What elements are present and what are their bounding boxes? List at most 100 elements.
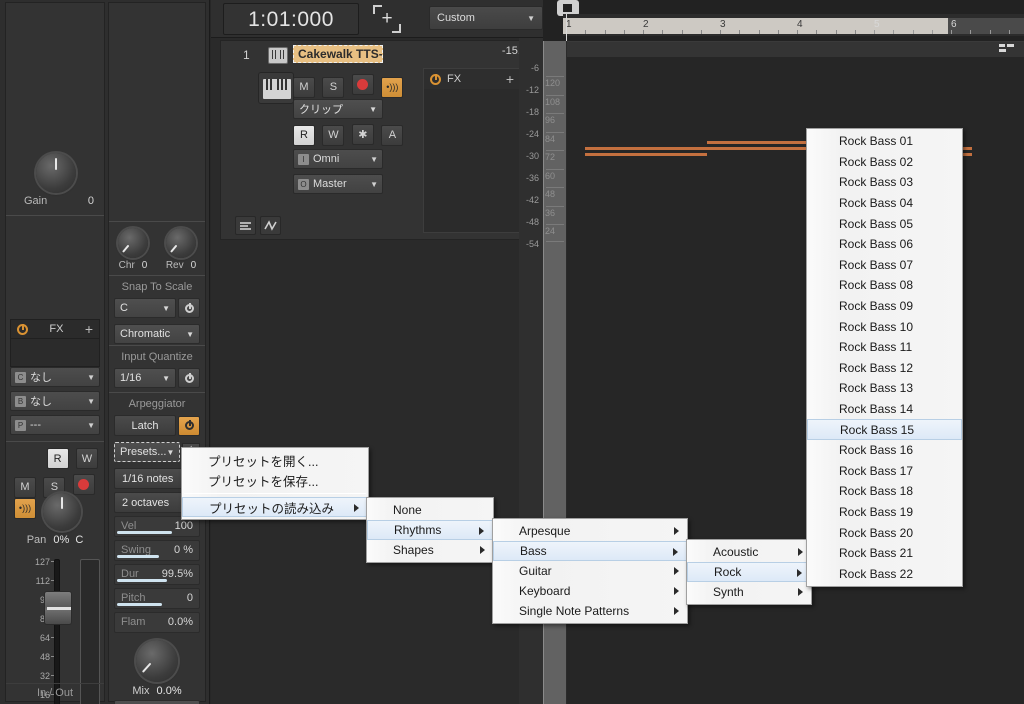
track-automation-icon[interactable] <box>260 216 281 235</box>
menu-item[interactable]: Acoustic <box>687 542 811 562</box>
chevron-down-icon[interactable]: ▼ <box>87 373 95 382</box>
chevron-down-icon[interactable]: ▼ <box>369 105 377 114</box>
menu-item[interactable]: Rock Bass 10 <box>807 316 962 337</box>
track-input-dropdown[interactable]: I Omni ▼ <box>293 149 383 169</box>
now-time-display[interactable]: 1:01:000 <box>223 3 359 35</box>
bass-submenu[interactable]: Acoustic Rock Synth <box>686 539 812 605</box>
menu-item[interactable]: Shapes <box>367 540 493 560</box>
arp-channel-dropdown[interactable]: Ch: 1 ▼ <box>114 700 200 704</box>
plus-icon[interactable]: + <box>506 72 514 86</box>
track-instrument-icon[interactable] <box>258 72 294 104</box>
midi-note[interactable] <box>585 153 707 156</box>
mute-button[interactable]: M <box>14 476 36 498</box>
arp-mix-knob[interactable] <box>136 640 178 682</box>
inspector-fx-header[interactable]: FX + <box>10 319 100 339</box>
add-module-button[interactable]: + <box>373 5 401 33</box>
timeline-ruler[interactable]: 123456 <box>563 14 1024 36</box>
chevron-down-icon[interactable]: ▼ <box>162 304 170 313</box>
menu-item[interactable]: プリセットを開く... <box>182 450 368 470</box>
menu-item[interactable]: Rock <box>687 562 811 582</box>
menu-item[interactable]: Rock Bass 12 <box>807 358 962 379</box>
pan-knob[interactable] <box>43 493 81 531</box>
chevron-down-icon[interactable]: ▼ <box>87 421 95 430</box>
menu-item[interactable]: Rock Bass 03 <box>807 172 962 193</box>
menu-item[interactable]: Rock Bass 16 <box>807 440 962 461</box>
rhythms-submenu[interactable]: Arpesque Bass Guitar Keyboard Single Note Pa… <box>492 518 688 624</box>
track-output-dropdown[interactable]: O Master ▼ <box>293 174 383 194</box>
track-header[interactable]: 1 Cakewalk TTS- -15.1 ▲ M S •))) クリップ ▼ <box>220 40 550 240</box>
menu-item[interactable]: Rock Bass 09 <box>807 296 962 317</box>
preset-context-menu[interactable]: プリセットを開く... プリセットを保存... プリセットの読み込み <box>181 447 369 520</box>
chevron-down-icon[interactable]: ▼ <box>162 374 170 383</box>
chevron-down-icon[interactable]: ▼ <box>370 155 378 164</box>
module-preset-dropdown[interactable]: Custom ▼ <box>429 6 543 30</box>
menu-item[interactable]: Keyboard <box>493 581 687 601</box>
menu-item[interactable]: Arpesque <box>493 521 687 541</box>
track-solo-button[interactable]: S <box>322 76 345 98</box>
track-fx-bin[interactable]: FX + <box>423 68 521 233</box>
arp-slider-dur[interactable]: Dur 99.5% <box>114 564 200 585</box>
arp-slider-flam[interactable]: Flam 0.0% <box>114 612 200 633</box>
menu-item[interactable]: Single Note Patterns <box>493 601 687 621</box>
menu-item[interactable]: Rock Bass 04 <box>807 193 962 214</box>
reverb-knob-group[interactable]: Rev 0 <box>158 228 204 271</box>
snap-to-scale-power-button[interactable] <box>178 298 200 318</box>
snap-root-dropdown[interactable]: C ▼ <box>114 298 176 318</box>
clip-properties-icon[interactable] <box>999 44 1015 55</box>
record-arm-button[interactable] <box>72 474 95 495</box>
menu-item[interactable]: プリセットの読み込み <box>182 497 368 517</box>
track-name-field[interactable]: Cakewalk TTS- <box>293 45 383 63</box>
timeline-ruler-measures[interactable]: 123456 <box>563 18 1024 34</box>
track-snapshot-button[interactable]: ✱ <box>351 124 374 145</box>
track-clip-dropdown[interactable]: クリップ ▼ <box>293 99 383 119</box>
menu-item[interactable]: Bass <box>493 541 687 561</box>
chevron-down-icon[interactable]: ▼ <box>166 448 174 457</box>
power-icon[interactable] <box>430 73 441 85</box>
midi-note[interactable] <box>585 147 707 150</box>
menu-item[interactable]: Rock Bass 14 <box>807 399 962 420</box>
menu-item[interactable]: Rock Bass 07 <box>807 255 962 276</box>
clip-header[interactable] <box>567 42 1024 58</box>
arp-presets-dropdown[interactable]: Presets... ▼ <box>114 442 181 462</box>
plus-icon[interactable]: + <box>85 322 93 336</box>
menu-item[interactable]: Rock Bass 02 <box>807 152 962 173</box>
menu-item[interactable]: Rock Bass 18 <box>807 481 962 502</box>
power-icon[interactable] <box>17 323 28 335</box>
menu-item[interactable]: Rock Bass 08 <box>807 275 962 296</box>
send-row-c[interactable]: C なし ▼ <box>10 367 100 387</box>
track-record-button[interactable] <box>351 74 374 95</box>
snap-scale-dropdown[interactable]: Chromatic ▼ <box>114 324 200 344</box>
fader-thumb[interactable] <box>44 591 72 625</box>
menu-item[interactable]: Rock Bass 17 <box>807 461 962 482</box>
chevron-down-icon[interactable]: ▼ <box>186 330 194 339</box>
load-preset-submenu[interactable]: None Rhythms Shapes <box>366 497 494 563</box>
track-automation-button[interactable]: A <box>381 124 404 146</box>
reverb-knob[interactable] <box>166 228 196 258</box>
chevron-down-icon[interactable]: ▼ <box>87 397 95 406</box>
track-lanes-icon[interactable] <box>235 216 256 235</box>
menu-item[interactable]: Rock Bass 21 <box>807 543 962 564</box>
track-write-button[interactable]: W <box>322 124 345 146</box>
menu-item[interactable]: Rock Bass 22 <box>807 563 962 584</box>
menu-item[interactable]: Rhythms <box>367 520 493 540</box>
arp-power-button[interactable] <box>178 415 200 436</box>
menu-item[interactable]: Rock Bass 13 <box>807 378 962 399</box>
menu-item[interactable]: Rock Bass 19 <box>807 502 962 523</box>
arp-latch-button[interactable]: Latch <box>114 415 176 436</box>
menu-item[interactable]: None <box>367 500 493 520</box>
arp-slider-swing[interactable]: Swing 0 % <box>114 540 200 561</box>
automation-write-button[interactable]: W <box>76 448 98 469</box>
arp-slider-pitch[interactable]: Pitch 0 <box>114 588 200 609</box>
menu-item[interactable]: Guitar <box>493 561 687 581</box>
send-row-p[interactable]: P --- ▼ <box>10 415 100 435</box>
gain-knob[interactable] <box>36 153 76 193</box>
menu-item[interactable]: プリセットを保存... <box>182 470 368 490</box>
track-input-echo-button[interactable]: •))) <box>381 76 404 98</box>
menu-item[interactable]: Rock Bass 15 <box>807 419 962 440</box>
menu-item[interactable]: Rock Bass 06 <box>807 234 962 255</box>
chorus-knob-group[interactable]: Chr 0 <box>110 228 156 271</box>
menu-item[interactable]: Rock Bass 20 <box>807 522 962 543</box>
input-quantize-power-button[interactable] <box>178 368 200 388</box>
chevron-down-icon[interactable]: ▼ <box>527 14 535 23</box>
chorus-knob[interactable] <box>118 228 148 258</box>
